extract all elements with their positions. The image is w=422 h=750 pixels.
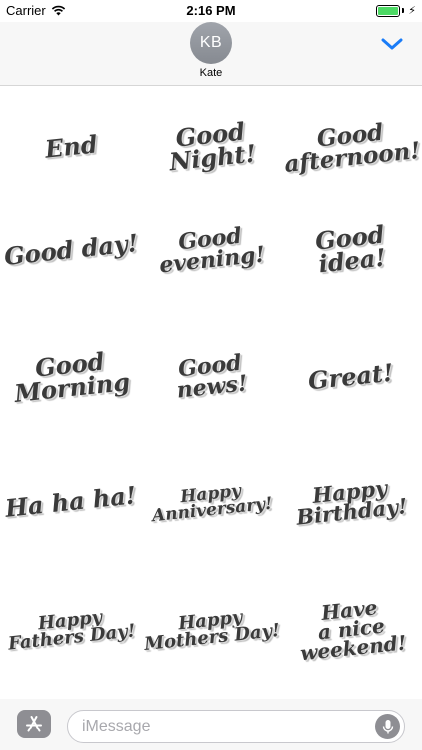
sticker-good-idea[interactable]: Good idea! [281,190,421,310]
sticker-good-day-text: Good day! [2,227,140,271]
sticker-great-text: Great! [306,357,395,395]
sticker-grid: End Good Night! Good afternoon! Good day! … [0,87,422,699]
battery-fill [378,6,399,15]
collapse-chevron-icon[interactable] [380,36,404,52]
battery-indicator: ⚡ [376,4,416,17]
sticker-have-a-nice-weekend-text: Have a nice weekend! [298,594,408,665]
sticker-happy-anniversary[interactable]: Happy Anniversary! [141,442,281,562]
sticker-good-morning[interactable]: Good Morning [1,317,141,437]
sticker-happy-mothers-day-text: Happy Mothers Day! [143,606,281,656]
imessage-field[interactable] [67,710,405,743]
sticker-good-news-text: Good news! [175,349,249,404]
sticker-good-day[interactable]: Good day! [1,190,141,310]
sticker-great[interactable]: Great! [281,317,421,437]
app-store-button[interactable] [17,710,51,738]
charging-bolt-icon: ⚡ [408,5,416,17]
sticker-good-night-text: Good Night! [167,116,257,177]
sticker-happy-fathers-day[interactable]: Happy Fathers Day! [1,569,141,689]
sticker-happy-anniversary-text: Happy Anniversary! [150,480,274,527]
sticker-good-morning-text: Good Morning [12,346,132,408]
sticker-good-news[interactable]: Good news! [141,317,281,437]
sticker-good-afternoon-text: Good afternoon! [282,118,422,178]
sticker-end[interactable]: End [1,87,141,207]
battery-tip [402,8,405,13]
contact-avatar[interactable]: KB [190,22,232,64]
sticker-have-a-nice-weekend[interactable]: Have a nice weekend! [281,569,421,689]
sticker-happy-birthday-text: Happy Birthday! [295,475,409,530]
conversation-header: KB Kate [0,22,422,86]
app-store-icon [26,716,42,732]
sticker-ha-ha-ha-text: Ha ha ha! [4,479,138,523]
sticker-good-evening[interactable]: Good evening! [141,190,281,310]
microphone-button[interactable] [375,714,400,739]
sticker-good-idea-text: Good idea! [313,219,388,279]
status-bar: Carrier 2:16 PM ⚡ [0,0,422,22]
status-time: 2:16 PM [186,3,236,18]
sticker-happy-birthday[interactable]: Happy Birthday! [281,442,421,562]
sticker-happy-fathers-day-text: Happy Fathers Day! [7,606,137,655]
contact-name[interactable]: Kate [0,67,422,79]
imessage-input[interactable] [82,711,362,742]
sticker-good-night[interactable]: Good Night! [141,87,281,207]
microphone-icon [382,719,393,733]
sticker-good-evening-text: Good evening! [157,222,267,279]
sticker-good-afternoon[interactable]: Good afternoon! [281,87,421,207]
sticker-end-text: End [43,128,99,164]
sticker-ha-ha-ha[interactable]: Ha ha ha! [1,442,141,562]
battery-icon [376,4,401,17]
message-input-bar [0,699,422,750]
sticker-happy-mothers-day[interactable]: Happy Mothers Day! [141,569,281,689]
